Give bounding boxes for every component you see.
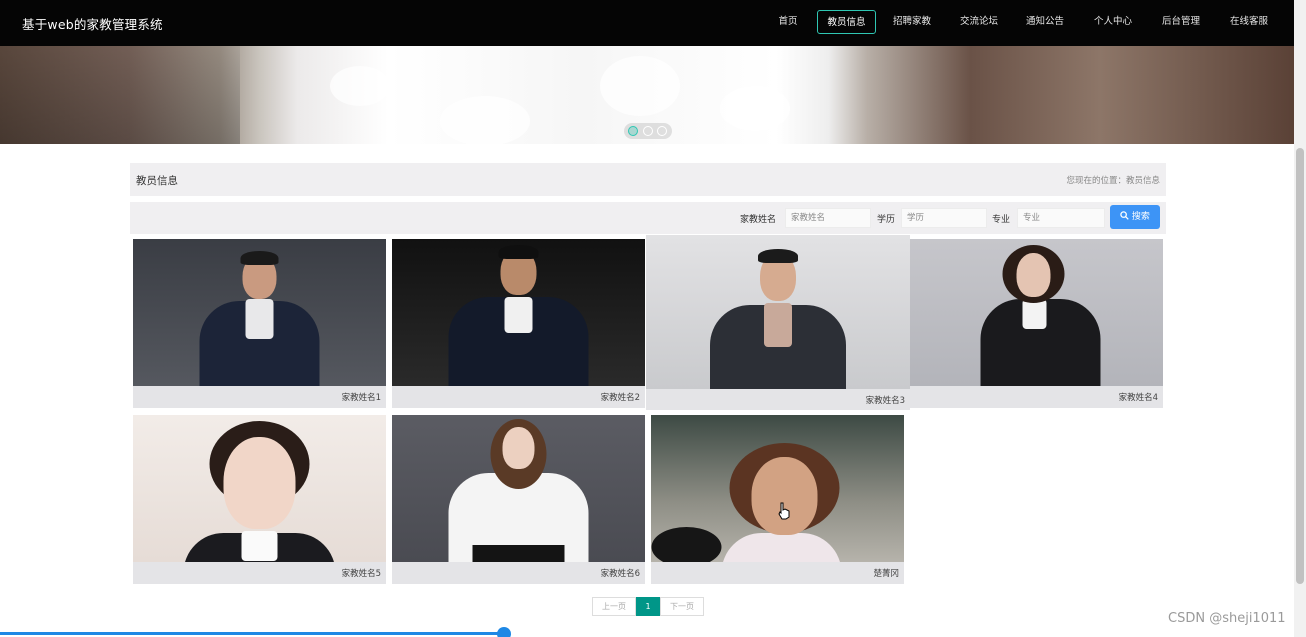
banner-carousel[interactable] <box>0 46 1294 144</box>
page-number[interactable]: 1 <box>636 597 660 616</box>
top-navbar: 基于web的家教管理系统 首页 教员信息 招聘家教 交流论坛 通知公告 个人中心… <box>0 0 1294 46</box>
nav-online-service[interactable]: 在线客服 <box>1225 10 1273 34</box>
tutor-name: 家教姓名6 <box>600 569 640 579</box>
tutor-photo[interactable] <box>646 235 910 389</box>
nav-notice[interactable]: 通知公告 <box>1021 10 1069 34</box>
watermark: CSDN @sheji1011 <box>1168 611 1286 626</box>
major-label: 专业 <box>992 215 1011 225</box>
banner-decoration <box>720 86 790 131</box>
tutor-name: 家教姓名3 <box>865 396 905 406</box>
tutor-name: 楚菁冈 <box>873 569 899 579</box>
nav-personal-center[interactable]: 个人中心 <box>1089 10 1137 34</box>
tutor-card[interactable]: 家教姓名5 <box>133 415 386 584</box>
banner-shade <box>0 46 240 144</box>
tutor-name: 家教姓名4 <box>1118 393 1158 403</box>
nav-forum[interactable]: 交流论坛 <box>955 10 1003 34</box>
carousel-dot-2[interactable] <box>643 126 653 136</box>
search-icon <box>1120 211 1129 220</box>
search-button-label: 搜索 <box>1131 212 1150 222</box>
tutor-name: 家教姓名5 <box>341 569 381 579</box>
banner-decoration <box>600 56 680 116</box>
carousel-indicators <box>624 123 672 139</box>
scrollbar-thumb[interactable] <box>1296 148 1304 584</box>
name-label: 家教姓名 <box>740 215 777 225</box>
video-progress-bar[interactable] <box>0 632 504 635</box>
nav-admin[interactable]: 后台管理 <box>1157 10 1205 34</box>
tutor-card[interactable]: 家教姓名6 <box>392 415 645 584</box>
page-scrollbar[interactable] <box>1294 0 1306 637</box>
section-title: 教员信息 <box>136 175 178 187</box>
tutor-name: 家教姓名1 <box>341 393 381 403</box>
progress-handle[interactable] <box>497 627 511 637</box>
tutor-photo[interactable] <box>392 239 645 386</box>
education-label: 学历 <box>877 215 896 225</box>
carousel-dot-1[interactable] <box>628 126 638 136</box>
breadcrumb: 您现在的位置：教员信息 <box>1066 176 1160 186</box>
tutor-photo[interactable] <box>133 239 386 386</box>
nav-home[interactable]: 首页 <box>772 10 804 34</box>
tutor-card[interactable]: 楚菁冈 <box>651 415 904 584</box>
education-search-input[interactable] <box>901 208 987 228</box>
search-button[interactable]: 搜索 <box>1110 205 1160 229</box>
prev-page-button[interactable]: 上一页 <box>592 597 636 616</box>
tutor-photo[interactable] <box>133 415 386 562</box>
name-search-input[interactable] <box>785 208 871 228</box>
tutor-card[interactable]: 家教姓名1 <box>133 239 386 408</box>
tutor-card[interactable]: 家教姓名4 <box>910 239 1163 408</box>
site-title[interactable]: 基于web的家教管理系统 <box>22 14 163 33</box>
major-search-input[interactable] <box>1017 208 1105 228</box>
tutor-card[interactable]: 家教姓名3 <box>646 235 910 410</box>
banner-decoration <box>330 66 390 106</box>
carousel-dot-3[interactable] <box>657 126 667 136</box>
nav-tutor-info[interactable]: 教员信息 <box>817 10 876 34</box>
search-bar: 家教姓名 学历 专业 搜索 <box>130 202 1166 234</box>
next-page-button[interactable]: 下一页 <box>660 597 704 616</box>
tutor-card[interactable]: 家教姓名2 <box>392 239 645 408</box>
section-header: 教员信息 您现在的位置：教员信息 <box>130 163 1166 196</box>
tutor-photo[interactable] <box>392 415 645 562</box>
tutor-photo[interactable] <box>651 415 904 562</box>
nav-recruit[interactable]: 招聘家教 <box>888 10 936 34</box>
tutor-photo[interactable] <box>910 239 1163 386</box>
hand-cursor-icon <box>778 502 790 520</box>
tutor-name: 家教姓名2 <box>600 393 640 403</box>
banner-decoration <box>440 96 530 144</box>
